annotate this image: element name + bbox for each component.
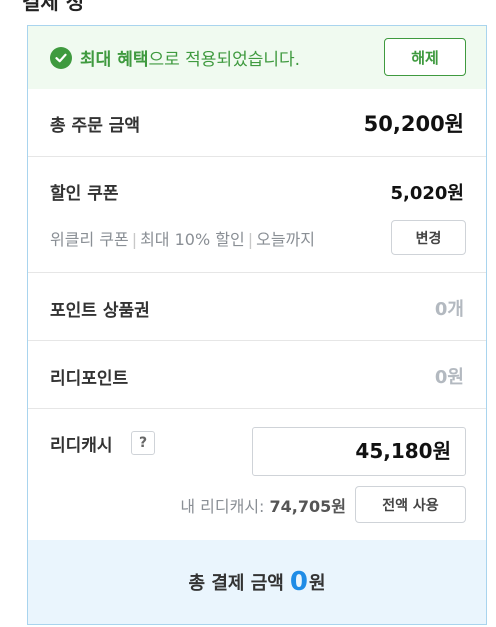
point-voucher-value: 0개 xyxy=(434,299,464,320)
payment-panel: 최대 혜택으로 적용되었습니다. 해제 총 주문 금액 50,200원 할인 쿠… xyxy=(27,25,487,625)
use-all-cash-button[interactable]: 전액 사용 xyxy=(355,486,466,523)
ridi-point-value: 0원 xyxy=(434,367,464,388)
separator: | xyxy=(131,230,138,249)
total-payment-unit: 원 xyxy=(308,573,326,594)
total-payment-label: 총 결제 금액 xyxy=(188,573,284,594)
point-voucher-row: 포인트 상품권 0개 xyxy=(28,272,486,340)
benefit-rest: 으로 적용되었습니다. xyxy=(148,50,301,70)
benefit-banner: 최대 혜택으로 적용되었습니다. 해제 xyxy=(28,26,486,89)
my-ridi-cash: 내 리디캐시: 74,705원 xyxy=(180,493,346,517)
check-circle-icon xyxy=(50,46,72,69)
my-cash-value: 74,705원 xyxy=(269,497,346,516)
ridi-cash-label: 리디캐시 xyxy=(50,436,113,456)
coupon-discount: 최대 10% 할인 xyxy=(140,230,245,249)
help-icon[interactable]: ? xyxy=(131,431,155,455)
ridi-cash-row: 리디캐시 ? 45,180원 내 리디캐시: 74,705원 전액 사용 xyxy=(28,408,486,543)
coupon-expiry: 오늘까지 xyxy=(256,230,315,249)
point-voucher-label: 포인트 상품권 xyxy=(50,301,150,321)
ridi-point-row: 리디포인트 0원 xyxy=(28,340,486,408)
release-benefit-button[interactable]: 해제 xyxy=(384,38,466,76)
total-payment-amount: 0 xyxy=(289,567,308,597)
coupon-detail: 위클리 쿠폰 | 최대 10% 할인 | 오늘까지 xyxy=(50,226,315,250)
section-title: 결제 정 xyxy=(22,0,85,14)
ridi-cash-input[interactable]: 45,180원 xyxy=(252,427,466,476)
my-cash-label: 내 리디캐시: xyxy=(180,497,270,516)
coupon-label: 할인 쿠폰 xyxy=(50,184,119,204)
coupon-name: 위클리 쿠폰 xyxy=(50,230,129,249)
total-order-value: 50,200원 xyxy=(363,112,464,136)
coupon-row: 할인 쿠폰 5,020원 위클리 쿠폰 | 최대 10% 할인 | 오늘까지 변경 xyxy=(28,156,486,272)
ridi-point-label: 리디포인트 xyxy=(50,369,129,389)
change-coupon-button[interactable]: 변경 xyxy=(391,220,466,255)
total-order-label: 총 주문 금액 xyxy=(50,116,141,136)
coupon-value: 5,020원 xyxy=(390,183,465,204)
separator: | xyxy=(247,230,254,249)
benefit-highlight: 최대 혜택 xyxy=(80,50,149,70)
total-payment-bar: 총 결제 금액 0 원 xyxy=(28,540,486,624)
benefit-message: 최대 혜택으로 적용되었습니다. xyxy=(80,45,300,70)
total-order-row: 총 주문 금액 50,200원 xyxy=(28,89,486,156)
